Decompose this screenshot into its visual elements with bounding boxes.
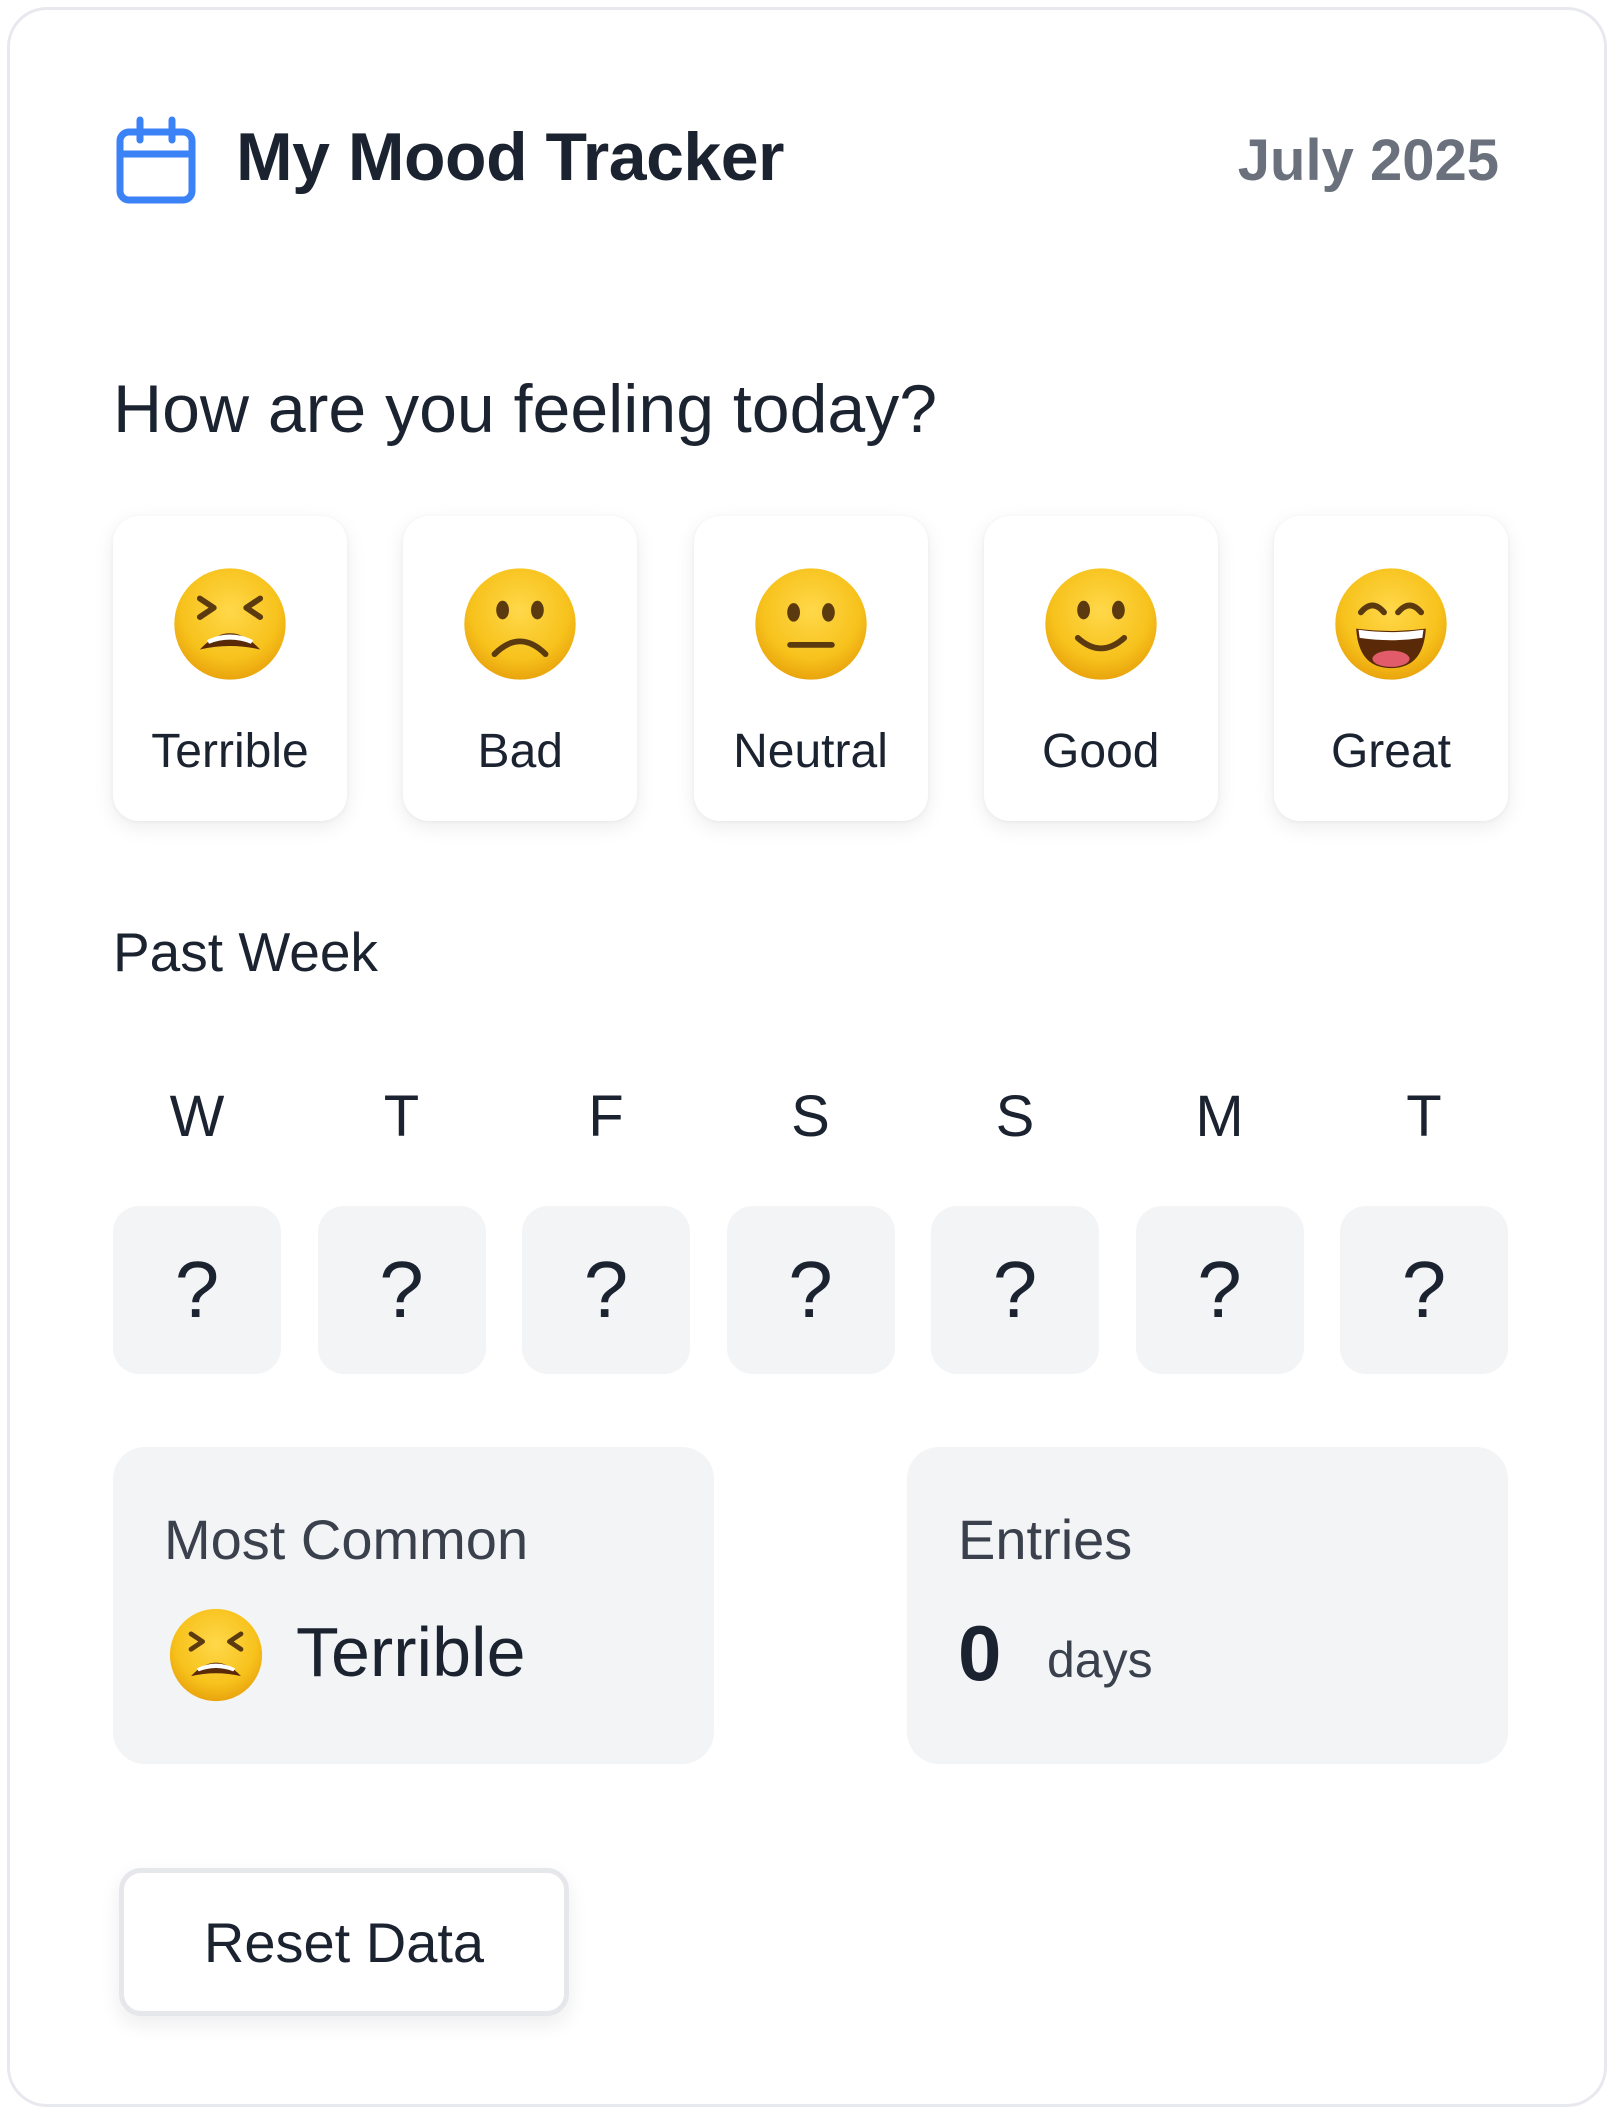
day-mood-cell: ? [317, 1206, 486, 1374]
app-title: My Mood Tracker [236, 119, 785, 195]
day-letter: S [995, 1084, 1035, 1149]
day-column: S ? [931, 1080, 1099, 1374]
mood-option-good[interactable]: Good [983, 516, 1218, 821]
mood-option-bad[interactable]: Bad [403, 516, 638, 821]
day-column: M ? [1135, 1080, 1304, 1374]
day-column: F ? [522, 1080, 690, 1374]
entries-count: 0 [958, 1609, 1002, 1697]
current-month: July 2025 [1237, 128, 1499, 193]
day-mood-cell: ? [113, 1206, 281, 1374]
mood-option-neutral[interactable]: Neutral [693, 516, 928, 821]
mood-options: Terrible Bad Neutral Good Great [113, 516, 1508, 821]
mood-question: How are you feeling today? [113, 371, 938, 447]
day-mood-cell: ? [1340, 1206, 1508, 1374]
day-mood-cell: ? [522, 1206, 690, 1374]
mood-label: Bad [477, 725, 563, 778]
mood-label: Neutral [733, 725, 888, 778]
mood-label: Terrible [151, 725, 309, 778]
day-letter: M [1195, 1084, 1244, 1149]
calendar-icon [116, 116, 196, 204]
tired-face-emoji [174, 568, 286, 680]
mood-label: Good [1042, 725, 1160, 778]
reset-data-button[interactable]: Reset Data [119, 1868, 569, 2016]
mood-tracker-card: My Mood Tracker July 2025 How are you fe… [7, 7, 1607, 2107]
day-column: W ? [113, 1080, 281, 1374]
tired-face-emoji [169, 1608, 263, 1702]
slightly-smiling-face-emoji [1045, 568, 1157, 680]
entries-unit: days [1047, 1632, 1153, 1688]
past-week-title: Past Week [113, 921, 378, 983]
stat-label: Entries [958, 1508, 1133, 1571]
neutral-face-emoji [754, 568, 867, 680]
entries-stat: Entries 0 days [907, 1447, 1508, 1764]
grinning-face-emoji [1335, 568, 1447, 680]
stat-label: Most Common [164, 1508, 529, 1571]
frowning-face-emoji [464, 568, 576, 680]
most-common-stat: Most Common Terrible [113, 1447, 714, 1764]
day-mood-cell: ? [726, 1206, 895, 1374]
day-mood-cell: ? [1135, 1206, 1304, 1374]
day-mood-cell: ? [931, 1206, 1099, 1374]
day-letter: T [1406, 1084, 1442, 1149]
day-column: T ? [1340, 1080, 1508, 1374]
most-common-value: Terrible [296, 1613, 526, 1691]
mood-option-great[interactable]: Great [1274, 516, 1508, 821]
day-column: T ? [317, 1080, 486, 1374]
mood-label: Great [1330, 725, 1452, 778]
day-letter: W [169, 1084, 225, 1149]
day-letter: S [791, 1084, 830, 1149]
mood-option-terrible[interactable]: Terrible [113, 516, 347, 821]
day-column: S ? [726, 1080, 895, 1374]
day-letter: F [588, 1084, 624, 1149]
past-week-strip: W ? T ? F ? S ? S ? M ? T ? [113, 1080, 1508, 1374]
day-letter: T [383, 1084, 420, 1149]
